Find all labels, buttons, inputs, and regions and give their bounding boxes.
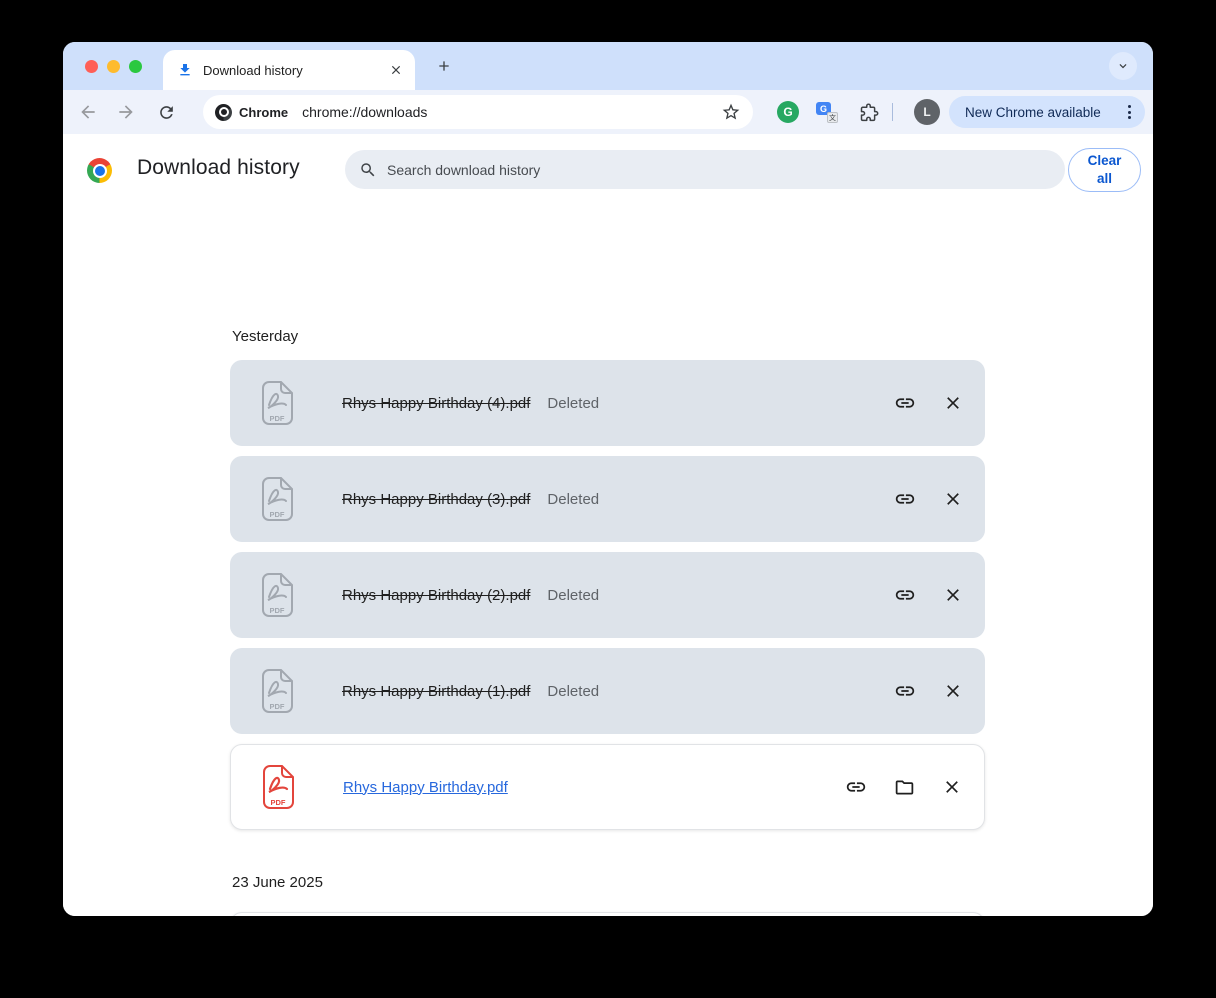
forward-button[interactable] — [114, 100, 138, 124]
svg-text:PDF: PDF — [270, 702, 285, 711]
traffic-lights — [85, 60, 142, 73]
download-filename: Rhys Happy Birthday (1).pdf — [342, 682, 531, 700]
extensions-puzzle-icon[interactable] — [857, 101, 879, 123]
svg-text:PDF: PDF — [270, 414, 285, 423]
clear-all-button[interactable]: Clear all — [1068, 148, 1141, 192]
browser-window: Download history Chrome chrome://downloa… — [63, 42, 1153, 916]
chrome-logo — [87, 158, 112, 183]
pdf-file-icon: PDF — [259, 764, 297, 810]
translate-grey-square: 文 — [827, 112, 838, 123]
close-window-button[interactable] — [85, 60, 98, 73]
copy-link-button[interactable] — [893, 391, 917, 415]
bookmark-star-icon[interactable] — [721, 102, 741, 122]
download-filename: Rhys Happy Birthday (3).pdf — [342, 490, 531, 508]
download-row: PDF Rhys Happy Birthday (4).pdf Deleted — [230, 360, 985, 446]
chrome-glyph-icon — [215, 103, 232, 121]
browser-toolbar: Chrome chrome://downloads G G 文 L New Ch… — [63, 90, 1153, 134]
download-row: PDF Rhys Happy Birthday.pdf — [230, 744, 985, 830]
download-status: Deleted — [547, 490, 600, 508]
tab-download-history[interactable]: Download history — [163, 50, 415, 90]
download-status: Deleted — [547, 586, 600, 604]
download-row: PDF Rhys Happy Birthday (1).pdf Deleted — [230, 648, 985, 734]
tab-title: Download history — [203, 62, 303, 78]
remove-download-button[interactable] — [941, 679, 965, 703]
download-row: e-overflakkee-netherlands-oipi.w… — [230, 912, 985, 916]
search-icon — [359, 161, 377, 179]
section-heading-date: 23 June 2025 — [232, 874, 323, 891]
svg-text:PDF: PDF — [271, 798, 286, 807]
svg-text:PDF: PDF — [270, 510, 285, 519]
download-file-link[interactable]: Rhys Happy Birthday.pdf — [343, 779, 508, 796]
remove-download-button[interactable] — [941, 487, 965, 511]
back-button[interactable] — [76, 100, 100, 124]
update-chrome-label: New Chrome available — [965, 104, 1101, 120]
page-title: Download history — [137, 156, 300, 179]
pdf-file-icon: PDF — [258, 476, 296, 522]
new-tab-button[interactable] — [430, 52, 458, 80]
download-row: PDF Rhys Happy Birthday (2).pdf Deleted — [230, 552, 985, 638]
site-chip[interactable]: Chrome — [215, 103, 289, 121]
url-text[interactable]: chrome://downloads — [302, 104, 721, 120]
browser-menu-icon[interactable] — [1122, 101, 1137, 123]
site-chip-label: Chrome — [239, 104, 289, 120]
download-status: Deleted — [547, 394, 600, 412]
address-bar[interactable]: Chrome chrome://downloads — [203, 95, 753, 129]
translate-extension-icon[interactable]: G 文 — [816, 101, 838, 123]
pdf-file-icon: PDF — [258, 380, 296, 426]
remove-download-button[interactable] — [941, 391, 965, 415]
downloads-search-bar[interactable] — [345, 150, 1065, 189]
minimize-window-button[interactable] — [107, 60, 120, 73]
remove-download-button[interactable] — [941, 583, 965, 607]
download-filename: Rhys Happy Birthday (4).pdf — [342, 394, 531, 412]
pdf-file-icon: PDF — [258, 572, 296, 618]
show-in-folder-button[interactable] — [892, 775, 916, 799]
copy-link-button[interactable] — [844, 775, 868, 799]
tab-close-icon[interactable] — [387, 61, 405, 79]
download-icon — [177, 62, 193, 78]
downloads-page: Download history Clear all Yesterday PDF… — [63, 134, 1153, 916]
tab-strip: Download history — [63, 42, 1153, 90]
download-row: PDF Rhys Happy Birthday (3).pdf Deleted — [230, 456, 985, 542]
zoom-window-button[interactable] — [129, 60, 142, 73]
remove-download-button[interactable] — [940, 775, 964, 799]
toolbar-divider — [892, 103, 893, 121]
download-filename: Rhys Happy Birthday (2).pdf — [342, 586, 531, 604]
grammarly-extension-icon[interactable]: G — [777, 101, 799, 123]
profile-avatar[interactable]: L — [914, 99, 940, 125]
reload-button[interactable] — [154, 100, 178, 124]
pdf-file-icon: PDF — [258, 668, 296, 714]
search-input[interactable] — [387, 161, 1051, 178]
update-chrome-button[interactable]: New Chrome available — [949, 96, 1145, 128]
copy-link-button[interactable] — [893, 583, 917, 607]
tab-search-chevron-icon[interactable] — [1109, 52, 1137, 80]
download-status: Deleted — [547, 682, 600, 700]
copy-link-button[interactable] — [893, 487, 917, 511]
copy-link-button[interactable] — [893, 679, 917, 703]
section-heading-yesterday: Yesterday — [232, 328, 299, 345]
svg-text:PDF: PDF — [270, 606, 285, 615]
